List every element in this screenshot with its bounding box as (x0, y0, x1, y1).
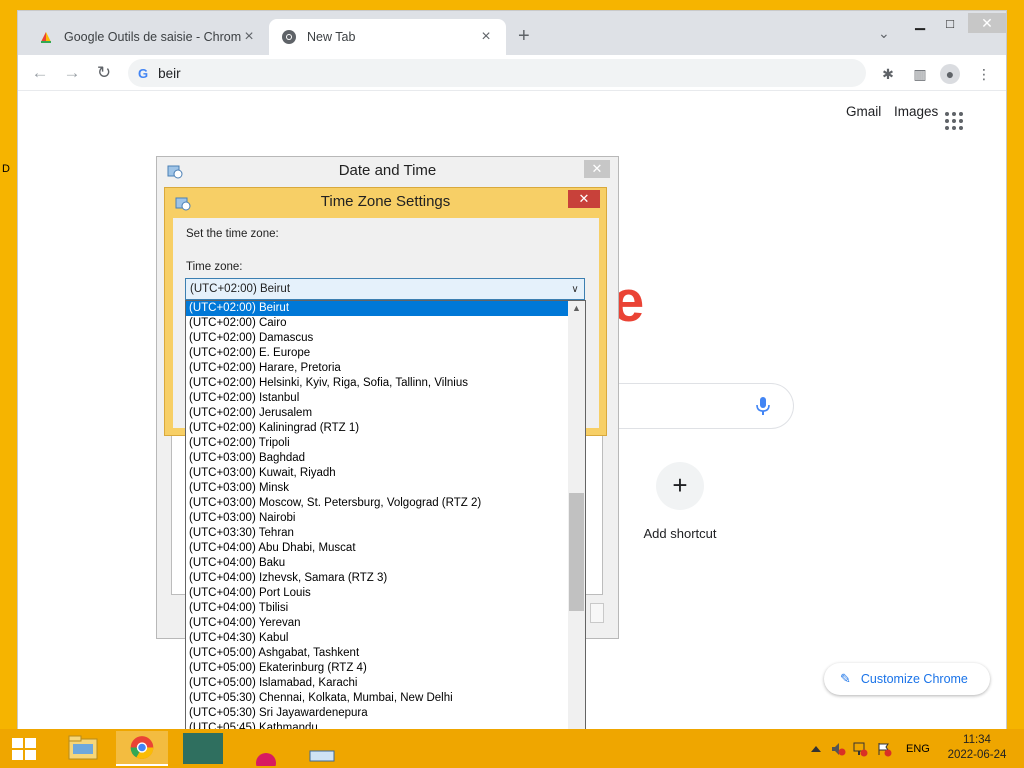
input-language-indicator[interactable]: ENG (906, 729, 930, 768)
voice-search-mic-icon[interactable] (756, 396, 770, 416)
scroll-up-arrow-icon[interactable]: ▲ (568, 301, 585, 316)
time-zone-dropdown-list[interactable]: (UTC+02:00) Beirut (UTC+02:00) Cairo (UTC+… (185, 300, 586, 752)
time-zone-option[interactable]: (UTC+02:00) E. Europe (186, 346, 568, 361)
new-tab-plus-icon[interactable]: + (518, 25, 530, 48)
tab-new-tab[interactable]: New Tab × (269, 19, 506, 55)
customize-chrome-label: Customize Chrome (860, 672, 968, 686)
time-zone-option[interactable]: (UTC+02:00) Damascus (186, 331, 568, 346)
chevron-down-icon[interactable]: ∨ (566, 284, 584, 295)
side-panel-icon[interactable]: ▥ (910, 64, 930, 84)
clock-time: 11:34 (963, 734, 991, 746)
time-zone-option[interactable]: (UTC+02:00) Harare, Pretoria (186, 361, 568, 376)
time-zone-option[interactable]: (UTC+05:00) Ashgabat, Tashkent (186, 646, 568, 661)
tab-google-input-tools[interactable]: Google Outils de saisie - Chrome × (26, 19, 269, 55)
date-time-titlebar[interactable]: Date and Time ✕ (157, 157, 618, 185)
add-shortcut-label[interactable]: Add shortcut (625, 526, 735, 541)
address-bar-value: beir (158, 65, 181, 81)
time-zone-options: (UTC+02:00) Beirut (UTC+02:00) Cairo (UTC+… (186, 301, 568, 751)
scrollbar-thumb[interactable] (569, 493, 584, 611)
network-icon[interactable] (852, 741, 868, 757)
time-zone-option[interactable]: (UTC+03:00) Minsk (186, 481, 568, 496)
minimize-icon[interactable]: ▁ (908, 13, 932, 33)
time-zone-option[interactable]: (UTC+02:00) Kaliningrad (RTZ 1) (186, 421, 568, 436)
chrome-icon (282, 30, 296, 44)
time-zone-label: Time zone: (186, 261, 243, 273)
google-g-icon: G (138, 65, 149, 81)
time-zone-option[interactable]: (UTC+04:00) Yerevan (186, 616, 568, 631)
time-zone-option[interactable]: (UTC+03:00) Kuwait, Riyadh (186, 466, 568, 481)
time-zone-option[interactable]: (UTC+03:30) Tehran (186, 526, 568, 541)
tab-title: Google Outils de saisie - Chrome (64, 30, 241, 44)
window-close-icon[interactable]: ✕ (968, 13, 1006, 33)
time-zone-option[interactable]: (UTC+03:00) Nairobi (186, 511, 568, 526)
time-zone-option[interactable]: (UTC+04:00) Port Louis (186, 586, 568, 601)
file-explorer-icon[interactable] (57, 731, 109, 766)
date-time-app-icon (167, 165, 183, 179)
volume-muted-icon[interactable] (830, 741, 846, 757)
tab-close-icon[interactable]: × (241, 28, 257, 46)
taskbar: ENG 11:34 2022-06-24 (0, 729, 1024, 768)
tz-titlebar[interactable]: Time Zone Settings ✕ (165, 188, 606, 216)
tz-title: Time Zone Settings (320, 193, 451, 210)
time-zone-option[interactable]: (UTC+04:00) Baku (186, 556, 568, 571)
time-zone-selected-value: (UTC+02:00) Beirut (190, 283, 291, 295)
date-time-title: Date and Time (338, 162, 437, 179)
action-center-flag-icon[interactable] (876, 741, 892, 757)
google-input-tools-icon (41, 32, 51, 43)
set-time-zone-label: Set the time zone: (186, 228, 279, 240)
add-shortcut-plus-icon[interactable]: + (656, 462, 704, 510)
time-zone-option[interactable]: (UTC+04:00) Abu Dhabi, Muscat (186, 541, 568, 556)
time-zone-option[interactable]: (UTC+04:30) Kabul (186, 631, 568, 646)
time-zone-option[interactable]: (UTC+03:00) Baghdad (186, 451, 568, 466)
google-apps-grid-icon[interactable] (945, 112, 963, 130)
time-zone-option[interactable]: (UTC+05:30) Chennai, Kolkata, Mumbai, Ne… (186, 691, 568, 706)
time-zone-option[interactable]: (UTC+02:00) Jerusalem (186, 406, 568, 421)
date-time-button-edge[interactable] (590, 603, 604, 623)
windows-start-icon[interactable] (12, 738, 36, 760)
on-screen-keyboard-icon[interactable] (296, 731, 348, 766)
time-zone-combobox[interactable]: (UTC+02:00) Beirut ∨ (185, 278, 585, 300)
time-zone-option[interactable]: (UTC+02:00) Cairo (186, 316, 568, 331)
tab-search-chevron-icon[interactable]: ⌄ (878, 25, 890, 42)
back-arrow-icon[interactable]: ← (28, 62, 52, 84)
time-zone-option[interactable]: (UTC+02:00) Istanbul (186, 391, 568, 406)
time-zone-option[interactable]: (UTC+02:00) Beirut (186, 301, 568, 316)
tab-strip: Google Outils de saisie - Chrome × New T… (18, 11, 1006, 55)
time-zone-option[interactable]: (UTC+04:00) Izhevsk, Samara (RTZ 3) (186, 571, 568, 586)
images-link[interactable]: Images (894, 104, 938, 119)
date-time-close-icon[interactable]: ✕ (584, 160, 610, 178)
maximize-icon[interactable]: □ (938, 13, 962, 33)
tz-close-icon[interactable]: ✕ (568, 190, 600, 208)
desktop-edge-text: D (2, 163, 10, 175)
forward-arrow-icon[interactable]: → (60, 62, 84, 84)
tab-close-icon[interactable]: × (478, 28, 494, 46)
paint-icon[interactable] (236, 731, 288, 766)
tab-title: New Tab (307, 30, 356, 44)
time-zone-option[interactable]: (UTC+03:00) Moscow, St. Petersburg, Volg… (186, 496, 568, 511)
clock-date: 2022-06-24 (947, 749, 1007, 761)
time-zone-option[interactable]: (UTC+02:00) Tripoli (186, 436, 568, 451)
time-zone-option[interactable]: (UTC+04:00) Tbilisi (186, 601, 568, 616)
browser-toolbar: ← → ↻ G beir ✱ ▥ ● ⋮ (18, 55, 1006, 91)
time-zone-option[interactable]: (UTC+05:30) Sri Jayawardenepura (186, 706, 568, 721)
show-hidden-icons-arrow-icon[interactable] (808, 741, 824, 757)
time-zone-app-icon (175, 197, 191, 211)
dropdown-scrollbar[interactable]: ▲ ▼ (568, 301, 585, 751)
media-player-icon[interactable] (177, 731, 229, 766)
gmail-link[interactable]: Gmail (846, 104, 881, 119)
time-zone-option[interactable]: (UTC+05:00) Ekaterinburg (RTZ 4) (186, 661, 568, 676)
menu-kebab-icon[interactable]: ⋮ (974, 64, 994, 84)
pencil-icon: ✎ (840, 671, 851, 686)
address-bar[interactable]: G beir (128, 59, 866, 87)
reload-icon[interactable]: ↻ (92, 62, 116, 84)
time-zone-option[interactable]: (UTC+05:00) Islamabad, Karachi (186, 676, 568, 691)
chrome-taskbar-icon[interactable] (116, 731, 168, 766)
extensions-puzzle-icon[interactable]: ✱ (878, 64, 898, 84)
profile-avatar-icon[interactable]: ● (940, 64, 960, 84)
time-zone-option[interactable]: (UTC+02:00) Helsinki, Kyiv, Riga, Sofia,… (186, 376, 568, 391)
taskbar-clock[interactable]: 11:34 2022-06-24 (940, 733, 1014, 763)
customize-chrome-button[interactable]: ✎ Customize Chrome (824, 663, 990, 695)
